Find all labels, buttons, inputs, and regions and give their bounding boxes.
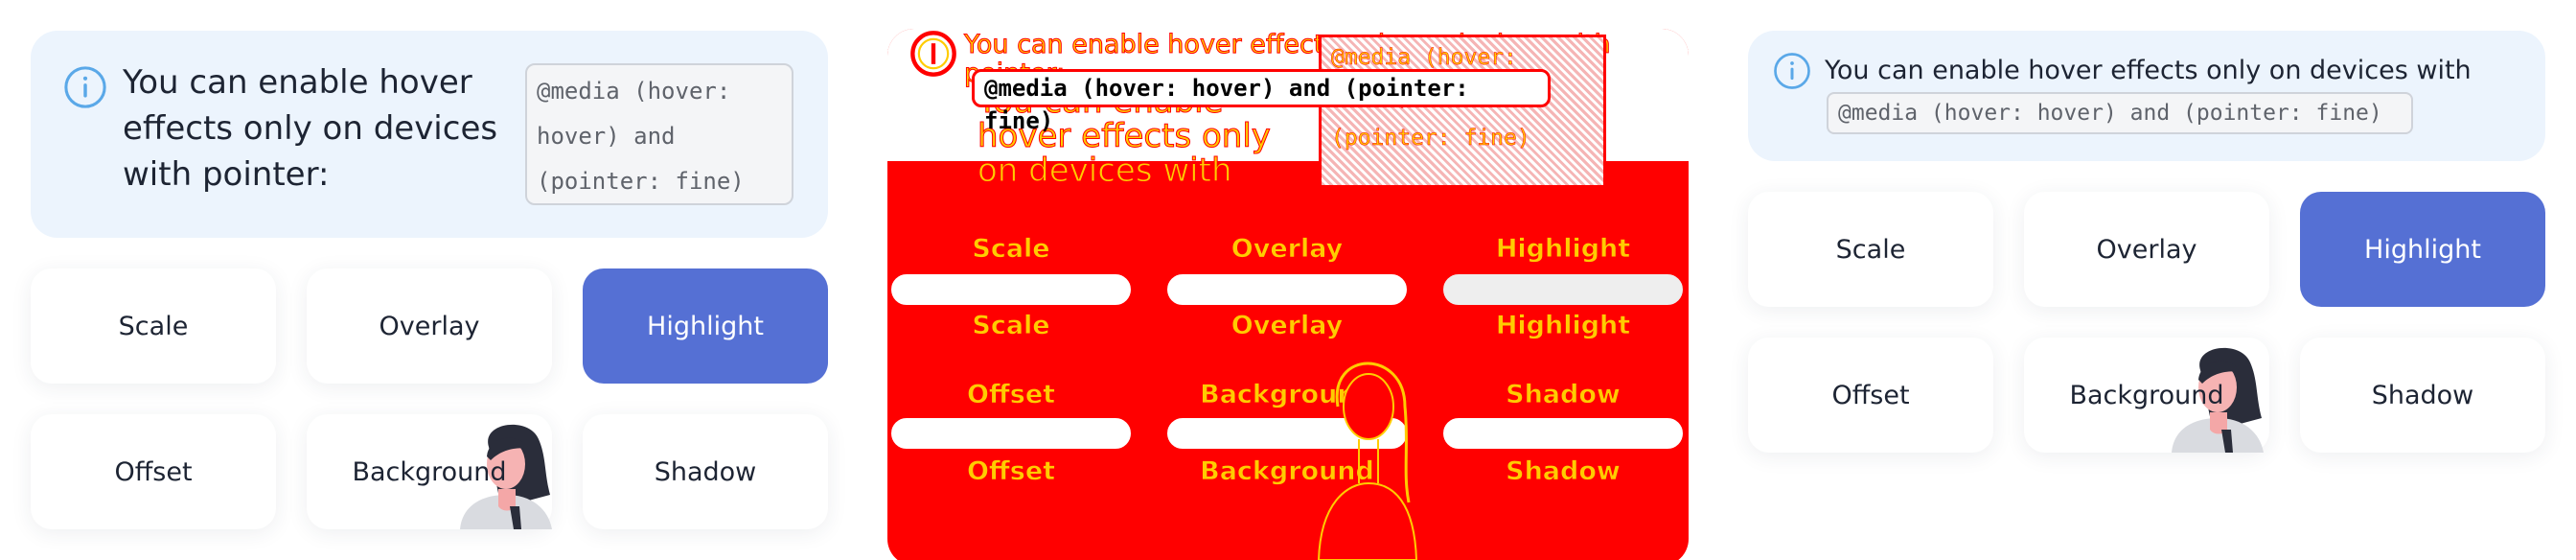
button-label: Scale (1835, 234, 1906, 265)
debug-code-snippet-wrapped: @media (hover: hover) and (pointer: fine… (1319, 35, 1606, 188)
button-label: Highlight (2364, 234, 2481, 265)
scale-button[interactable]: Scale (1748, 192, 1993, 307)
button-label: Overlay (2096, 234, 2197, 265)
debug-label-shadow: Shadow (1506, 456, 1621, 487)
debug-row (887, 270, 1135, 309)
background-button[interactable]: Background (307, 414, 552, 529)
offset-button[interactable]: Offset (1748, 338, 1993, 453)
shadow-button[interactable]: Shadow (583, 414, 828, 529)
button-label: Background (2069, 380, 2224, 410)
hover-demo-panel-wrapped: You can enable hover effects only on dev… (0, 0, 859, 560)
debug-row (1439, 414, 1687, 453)
highlight-button[interactable]: Highlight (2300, 192, 2545, 307)
woman-avatar-icon (1317, 362, 1418, 560)
button-label: Highlight (647, 311, 764, 341)
hover-demo-panel-wide: You can enable hover effects only on dev… (1717, 0, 2576, 560)
debug-label-highlight: Highlight (1495, 234, 1631, 265)
debug-label-highlight: Highlight (1495, 311, 1631, 341)
hover-demo-debug-overlay: You can enable hover effects only on dev… (859, 0, 1717, 560)
button-label: Offset (114, 456, 193, 487)
debug-label-scale: Scale (972, 234, 1050, 265)
debug-row (887, 414, 1135, 453)
button-label: Background (352, 456, 507, 487)
debug-label-offset: Offset (966, 380, 1056, 410)
info-circle-icon (1774, 53, 1810, 89)
notice-text: You can enable hover effects only on dev… (123, 63, 498, 194)
background-button[interactable]: Background (2024, 338, 2269, 453)
offset-button[interactable]: Offset (31, 414, 276, 529)
shadow-button[interactable]: Shadow (2300, 338, 2545, 453)
info-circle-icon (64, 66, 106, 108)
debug-label-overlay: Overlay (1230, 234, 1344, 265)
code-snippet: @media (hover: hover) and (pointer: fine… (1827, 92, 2413, 134)
overlay-button[interactable]: Overlay (307, 268, 552, 384)
button-label: Offset (1831, 380, 1910, 410)
button-label: Overlay (379, 311, 480, 341)
highlight-button[interactable]: Highlight (583, 268, 828, 384)
info-circle-icon (910, 31, 956, 77)
debug-label-offset: Offset (966, 456, 1056, 487)
overlay-button[interactable]: Overlay (2024, 192, 2269, 307)
info-notice: You can enable hover effects only on dev… (31, 31, 828, 238)
debug-label-scale: Scale (972, 311, 1050, 341)
code-snippet: @media (hover: hover) and (pointer: fine… (525, 63, 794, 205)
debug-label-shadow: Shadow (1506, 380, 1621, 410)
debug-row (1439, 270, 1687, 309)
info-notice: You can enable hover effects only on dev… (1748, 31, 2545, 161)
button-label: Scale (118, 311, 189, 341)
debug-label-overlay: Overlay (1230, 311, 1344, 341)
debug-code-snippet: @media (hover: hover) and (pointer: fine… (972, 69, 1551, 134)
button-label: Shadow (2371, 380, 2474, 410)
scale-button[interactable]: Scale (31, 268, 276, 384)
debug-row (1163, 270, 1411, 309)
button-label: Shadow (654, 456, 757, 487)
